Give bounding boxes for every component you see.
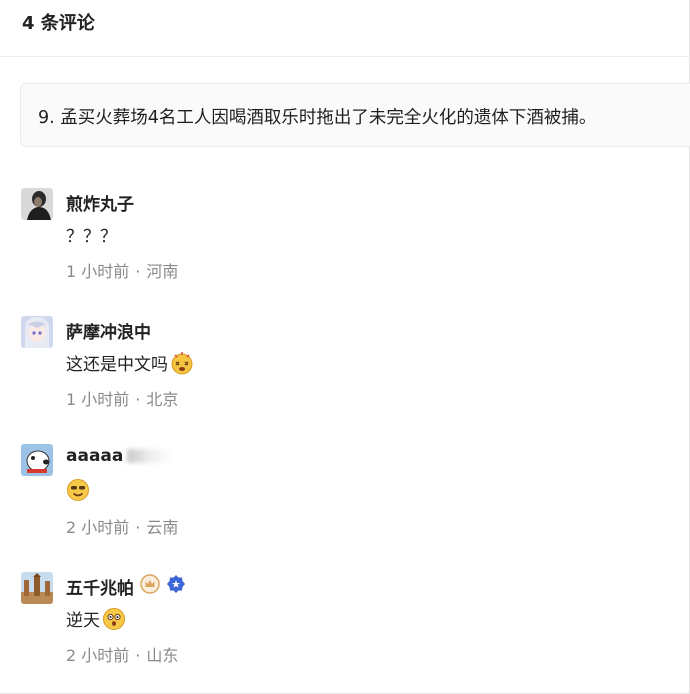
comment-item: 煎炸丸子 ？？？ 1 小时前 · 河南 [0, 188, 690, 308]
anime-girl-avatar[interactable] [21, 316, 53, 348]
quoted-post[interactable]: 9. 孟买火葬场4名工人因喝酒取乐时拖出了未完全火化的遗体下酒被捕。 [20, 83, 690, 147]
meta-separator: · [135, 390, 141, 409]
shocked-face-emoji [102, 607, 126, 631]
comment-username[interactable]: 萨摩冲浪中 [66, 318, 151, 343]
comment-username[interactable]: aaaaa [66, 446, 174, 466]
meta-separator: · [135, 646, 141, 665]
comment-text: 逆天 [66, 611, 100, 631]
meta-separator: · [135, 518, 141, 537]
temple-photo-avatar[interactable] [21, 572, 53, 604]
comment-time: 2 小时前 [66, 646, 130, 665]
comment-location: 北京 [146, 390, 179, 409]
comment-time: 1 小时前 [66, 390, 130, 409]
blurred-name-tail [127, 449, 174, 463]
comment-location: 河南 [146, 262, 179, 281]
verified-badge-icon [166, 574, 186, 599]
comment-time: 2 小时前 [66, 518, 130, 537]
comment-time: 1 小时前 [66, 262, 130, 281]
comment-meta: 1 小时前 · 北京 [66, 386, 178, 410]
comment-username[interactable]: 五千兆帕 [66, 574, 186, 599]
comments-header: 4 条评论 [0, 0, 690, 57]
comment-item: 五千兆帕 逆天 2 小时前 · 山东 [0, 572, 690, 692]
comment-meta: 2 小时前 · 云南 [66, 514, 178, 538]
person-photo-avatar[interactable] [21, 188, 53, 220]
meta-separator: · [135, 262, 141, 281]
comment-count-title: 4 条评论 [22, 13, 95, 34]
comment-content: 这还是中文吗 [66, 350, 194, 375]
comment-content [66, 478, 90, 502]
comment-username[interactable]: 煎炸丸子 [66, 190, 134, 215]
comment-text: 这还是中文吗 [66, 355, 168, 375]
dizzy-face-emoji [170, 351, 194, 375]
sunglasses-smile-emoji [66, 478, 90, 502]
comment-item: aaaaa 2 小时前 · 云南 [0, 444, 690, 564]
comment-item: 萨摩冲浪中 这还是中文吗 1 小时前 · 北京 [0, 316, 690, 436]
crown-badge-icon [140, 574, 160, 599]
comment-meta: 1 小时前 · 河南 [66, 258, 178, 282]
cartoon-dog-avatar[interactable] [21, 444, 53, 476]
comment-content: 逆天 [66, 606, 126, 631]
quoted-post-text: 9. 孟买火葬场4名工人因喝酒取乐时拖出了未完全火化的遗体下酒被捕。 [38, 108, 597, 128]
comment-meta: 2 小时前 · 山东 [66, 642, 178, 666]
comment-location: 云南 [146, 518, 179, 537]
comment-content: ？？？ [66, 227, 117, 247]
comment-location: 山东 [146, 646, 179, 665]
